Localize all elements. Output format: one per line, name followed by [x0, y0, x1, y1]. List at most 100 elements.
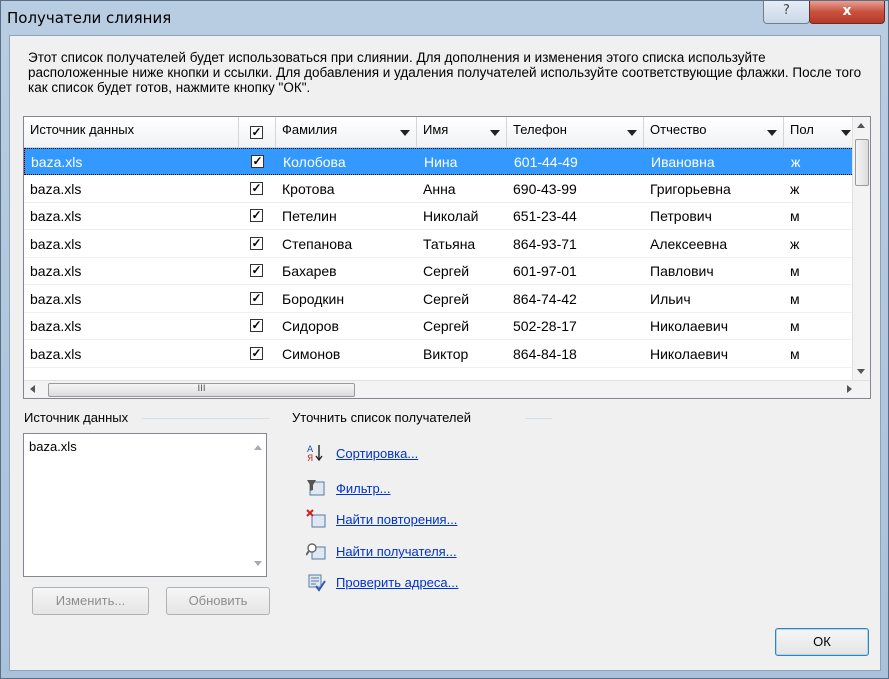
horizontal-scrollbar[interactable]: III: [24, 380, 870, 398]
cell-middle-name: Алексеевна: [650, 235, 728, 252]
include-recipient-checkbox[interactable]: ✓: [250, 236, 263, 250]
column-header-middle-name[interactable]: Отчество: [644, 117, 784, 147]
cell-last-name: Симонов: [282, 345, 341, 362]
column-header-checkbox[interactable]: ✓: [239, 117, 276, 147]
group-divider: [525, 418, 552, 419]
table-row[interactable]: baza.xls Кротова Анна 690-43-99 Григорьевна ж…: [24, 176, 854, 203]
dropdown-arrow-icon[interactable]: [841, 130, 851, 136]
dialog-title: Получатели слияния: [7, 9, 172, 27]
title-bar: Получатели слияния ? x: [1, 1, 889, 35]
cell-sex: м: [790, 318, 800, 334]
scroll-right-icon[interactable]: [847, 385, 852, 393]
cell-first-name: Сергей: [423, 263, 470, 279]
duplicates-icon: [306, 509, 326, 528]
close-button[interactable]: x: [809, 1, 885, 24]
filter-icon: [307, 480, 325, 496]
sort-link[interactable]: Сортировка...: [336, 446, 418, 461]
validate-addresses-icon: [308, 574, 326, 592]
cell-first-name: Сергей: [423, 318, 470, 334]
find-recipient-icon: [306, 543, 326, 560]
cell-sex: м: [790, 263, 800, 279]
include-recipient-checkbox[interactable]: ✓: [250, 346, 263, 360]
cell-middle-name: Ивановна: [651, 154, 715, 170]
include-recipient-checkbox[interactable]: ✓: [251, 155, 264, 168]
column-header-first-name[interactable]: Имя: [417, 117, 507, 147]
cell-phone: 690-43-99: [513, 180, 577, 197]
table-row[interactable]: baza.xls Бахарев Сергей 601-97-01 Павлович м ✓: [24, 258, 854, 285]
cell-middle-name: Петрович: [650, 208, 712, 224]
cell-middle-name: Николаевич: [650, 318, 728, 334]
table-row[interactable]: baza.xls Петелин Николай 651-23-44 Петрович м…: [24, 203, 854, 230]
data-source-group-label: Источник данных: [24, 410, 129, 425]
cell-phone: 601-97-01: [513, 263, 577, 279]
cell-first-name: Татьяна: [423, 235, 476, 252]
grid-header: Источник данных ✓ Фамилия Имя Телефон От…: [24, 117, 854, 148]
cell-sex: ж: [790, 235, 800, 252]
cell-middle-name: Ильич: [650, 290, 691, 307]
cell-last-name: Колобова: [283, 154, 346, 170]
include-recipient-checkbox[interactable]: ✓: [250, 319, 263, 332]
cell-phone: 864-74-42: [513, 290, 577, 307]
scroll-down-icon[interactable]: [857, 369, 865, 374]
find-recipient-link[interactable]: Найти получателя...: [336, 544, 457, 559]
recipients-grid[interactable]: Источник данных ✓ Фамилия Имя Телефон От…: [23, 116, 871, 399]
select-all-checkbox[interactable]: ✓: [250, 126, 263, 139]
list-scroll-up-icon[interactable]: [254, 445, 262, 450]
scroll-left-icon[interactable]: [30, 385, 35, 393]
data-source-item[interactable]: baza.xls: [29, 439, 77, 454]
dialog-body: Этот список получателей будет использова…: [9, 35, 881, 671]
cell-first-name: Анна: [423, 180, 456, 197]
cell-source: baza.xls: [30, 235, 82, 252]
table-row[interactable]: baza.xls Колобова Нина 601-44-49 Ивановна ж ✓: [24, 148, 854, 175]
cell-last-name: Степанова: [282, 235, 353, 252]
cell-phone: 601-44-49: [514, 154, 578, 170]
cell-last-name: Бахарев: [282, 263, 337, 279]
table-row[interactable]: baza.xls Симонов Виктор 864-84-18 Николаевич…: [24, 341, 854, 368]
include-recipient-checkbox[interactable]: ✓: [250, 291, 263, 305]
include-recipient-checkbox[interactable]: ✓: [250, 209, 263, 222]
cell-middle-name: Павлович: [650, 263, 714, 279]
intro-text: Этот список получателей будет использова…: [28, 50, 862, 95]
data-source-list[interactable]: baza.xls: [23, 433, 267, 577]
column-header-label: Телефон: [513, 122, 567, 137]
cell-last-name: Петелин: [282, 208, 337, 224]
cell-source: baza.xls: [30, 180, 82, 197]
find-duplicates-link[interactable]: Найти повторения...: [336, 512, 457, 527]
cell-phone: 502-28-17: [513, 318, 577, 334]
table-row[interactable]: baza.xls Бородкин Сергей 864-74-42 Ильич м ✓: [24, 286, 854, 313]
group-divider: [142, 418, 270, 419]
filter-link[interactable]: Фильтр...: [336, 481, 391, 496]
cell-first-name: Николай: [423, 208, 479, 224]
dropdown-arrow-icon[interactable]: [627, 130, 637, 136]
column-header-last-name[interactable]: Фамилия: [276, 117, 417, 147]
dropdown-arrow-icon[interactable]: [490, 130, 500, 136]
refresh-button[interactable]: Обновить: [166, 587, 270, 615]
help-button[interactable]: ?: [763, 1, 810, 24]
list-scroll-down-icon[interactable]: [254, 561, 262, 566]
column-header-sex[interactable]: Пол: [784, 117, 854, 147]
refine-group-label: Уточнить список получателей: [292, 410, 472, 425]
include-recipient-checkbox[interactable]: ✓: [250, 181, 263, 195]
cell-last-name: Сидоров: [282, 318, 339, 334]
horizontal-scroll-thumb[interactable]: III: [48, 383, 355, 397]
dropdown-arrow-icon[interactable]: [767, 130, 777, 136]
cell-sex: м: [790, 208, 800, 224]
dropdown-arrow-icon[interactable]: [400, 130, 410, 136]
cell-source: baza.xls: [30, 290, 82, 307]
cell-first-name: Сергей: [423, 290, 470, 307]
cell-source: baza.xls: [31, 154, 83, 170]
edit-button[interactable]: Изменить...: [32, 587, 149, 615]
table-row[interactable]: baza.xls Сидоров Сергей 502-28-17 Николаевич…: [24, 313, 854, 340]
validate-addresses-link[interactable]: Проверить адреса...: [336, 575, 458, 590]
cell-phone: 651-23-44: [513, 208, 577, 224]
vertical-scrollbar[interactable]: [852, 117, 870, 381]
column-header-label: Пол: [790, 122, 814, 137]
table-row[interactable]: baza.xls Степанова Татьяна 864-93-71 Алексее…: [24, 231, 854, 258]
column-header-phone[interactable]: Телефон: [507, 117, 644, 147]
include-recipient-checkbox[interactable]: ✓: [250, 264, 263, 277]
scroll-up-icon[interactable]: [857, 123, 865, 128]
cell-source: baza.xls: [30, 263, 82, 279]
column-header-source[interactable]: Источник данных: [24, 117, 239, 147]
ok-button[interactable]: ОК: [775, 628, 869, 656]
vertical-scroll-thumb[interactable]: [855, 139, 869, 186]
